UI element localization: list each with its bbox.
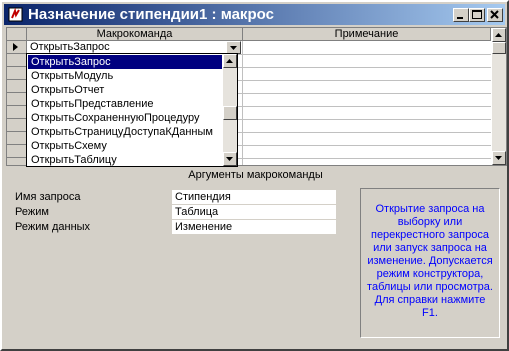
data-mode-field[interactable]: Изменение: [172, 220, 336, 234]
argument-label-query-name: Имя запроса: [15, 191, 81, 203]
row-selector[interactable]: [7, 80, 27, 93]
view-field[interactable]: Таблица: [172, 205, 336, 219]
dropdown-item[interactable]: ОткрытьСхему: [28, 139, 222, 153]
help-text: Открытие запроса на выборку или перекрес…: [360, 188, 500, 338]
grid-scroll-down-button[interactable]: [492, 151, 506, 165]
row-pointer-icon: [13, 43, 18, 51]
arguments-panel: Имя запроса Стипендия Режим Таблица Режи…: [6, 182, 505, 347]
dropdown-item[interactable]: ОткрытьСтраницуДоступаКДанным: [28, 125, 222, 139]
dropdown-scrollbar[interactable]: [223, 54, 237, 166]
argument-label-view: Режим: [15, 206, 49, 218]
scroll-up-icon: [495, 33, 502, 37]
grid-scrollbar[interactable]: [492, 28, 506, 165]
column-header-action: Макрокоманда: [27, 28, 243, 41]
row-selector[interactable]: [7, 93, 27, 106]
argument-label-data-mode: Режим данных: [15, 221, 91, 233]
row-selector[interactable]: [7, 119, 27, 132]
grid-scroll-thumb[interactable]: [492, 42, 506, 54]
scroll-down-icon: [226, 157, 233, 161]
macro-icon[interactable]: [8, 7, 23, 22]
scroll-up-icon: [226, 59, 233, 63]
close-icon: [490, 10, 499, 19]
maximize-button[interactable]: [469, 8, 485, 22]
dropdown-item-selected[interactable]: ОткрытьЗапрос: [28, 55, 222, 69]
action-cell-current[interactable]: ОткрытьЗапрос: [30, 41, 110, 53]
macro-window: Назначение стипендии1 : макрос Макрокома…: [0, 0, 509, 351]
dropdown-item[interactable]: ОткрытьОтчет: [28, 83, 222, 97]
action-dropdown-list[interactable]: ОткрытьЗапрос ОткрытьМодуль ОткрытьОтчет…: [26, 53, 238, 167]
dropdown-scroll-up-button[interactable]: [223, 54, 237, 68]
grid-scroll-up-button[interactable]: [492, 28, 506, 42]
maximize-icon: [472, 10, 482, 19]
row-selector[interactable]: [7, 54, 27, 67]
title-bar[interactable]: Назначение стипендии1 : макрос: [4, 4, 505, 25]
grid-corner: [7, 28, 27, 41]
close-button[interactable]: [487, 8, 503, 22]
dropdown-item[interactable]: ОткрытьТаблицу: [28, 153, 222, 166]
scroll-down-icon: [495, 156, 502, 160]
query-name-field[interactable]: Стипендия: [172, 190, 336, 204]
dropdown-item[interactable]: ОткрытьПредставление: [28, 97, 222, 111]
row-selector-current[interactable]: [7, 41, 27, 54]
row-selector[interactable]: [7, 158, 27, 165]
dropdown-item[interactable]: ОткрытьМодуль: [28, 69, 222, 83]
row-selector[interactable]: [7, 106, 27, 119]
column-divider: [242, 41, 243, 165]
window-title: Назначение стипендии1 : макрос: [28, 6, 274, 23]
column-header-note: Примечание: [243, 28, 491, 41]
row-selector[interactable]: [7, 67, 27, 80]
minimize-button[interactable]: [453, 8, 469, 22]
minimize-icon: [457, 17, 463, 19]
arguments-header: Аргументы макрокоманды: [188, 169, 323, 181]
dropdown-scroll-down-button[interactable]: [223, 152, 237, 166]
dropdown-scroll-thumb[interactable]: [223, 106, 237, 120]
dropdown-arrow-icon: [230, 46, 237, 50]
row-selector[interactable]: [7, 132, 27, 145]
row-selector[interactable]: [7, 145, 27, 158]
dropdown-item[interactable]: ОткрытьСохраненнуюПроцедуру: [28, 111, 222, 125]
